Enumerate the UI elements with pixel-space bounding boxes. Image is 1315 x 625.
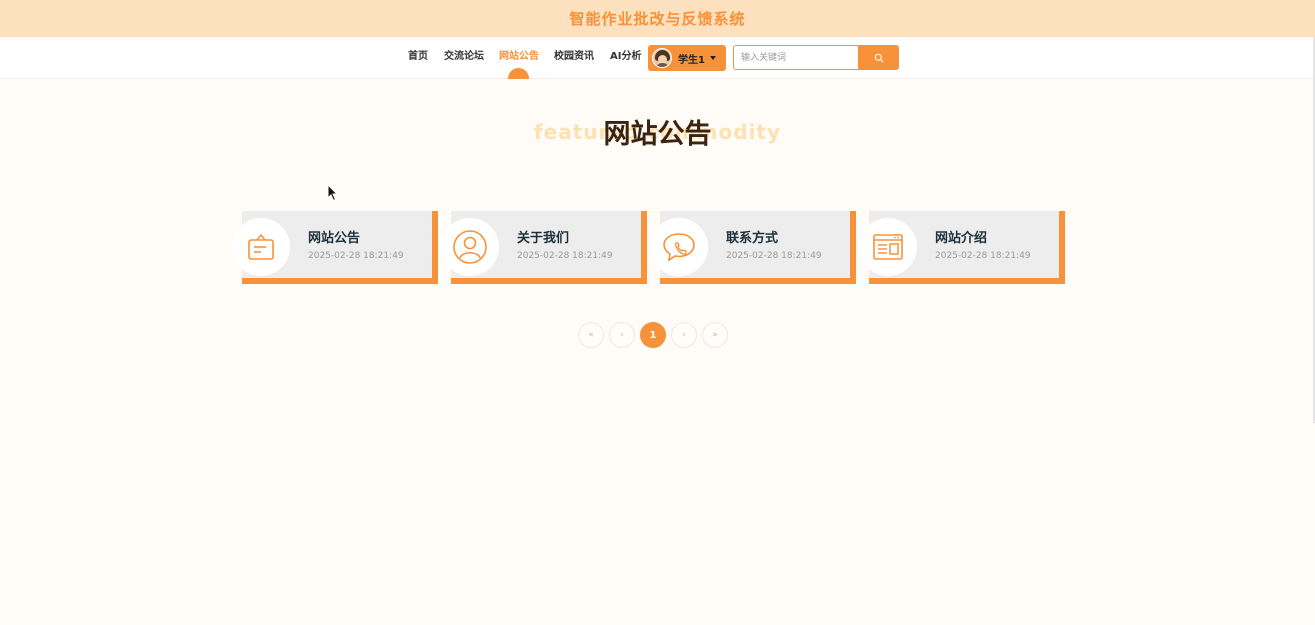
card-date: 2025-02-28 18:21:49 xyxy=(726,251,822,261)
page-first-button[interactable]: « xyxy=(578,322,604,348)
section-title: 网站公告 xyxy=(603,119,712,150)
nav-item-ai-analysis[interactable]: AI分析 xyxy=(610,37,641,79)
search-icon xyxy=(874,53,884,63)
card-icon-circle xyxy=(650,218,708,276)
card-icon-circle xyxy=(441,218,499,276)
page-prev-button[interactable]: ‹ xyxy=(609,322,635,348)
page-next-button[interactable]: › xyxy=(671,322,697,348)
navbar: 首页 交流论坛 网站公告 校园资讯 AI分析 学生1 xyxy=(0,37,1315,79)
user-profile-icon xyxy=(453,230,487,264)
card-date: 2025-02-28 18:21:49 xyxy=(308,251,404,261)
user-name: 学生1 xyxy=(678,54,705,66)
card-date: 2025-02-28 18:21:49 xyxy=(935,251,1031,261)
card-contact[interactable]: 联系方式 2025-02-28 18:21:49 xyxy=(650,211,856,284)
nav-item-campus-news[interactable]: 校园资讯 xyxy=(554,37,594,79)
card-title: 网站介绍 xyxy=(935,231,988,246)
card-title: 联系方式 xyxy=(726,231,779,246)
nav-item-home[interactable]: 首页 xyxy=(408,37,428,79)
mouse-cursor-icon xyxy=(327,184,339,202)
user-menu-button[interactable]: 学生1 xyxy=(648,45,726,71)
page-last-button[interactable]: » xyxy=(702,322,728,348)
top-banner: 智能作业批改与反馈系统 xyxy=(0,0,1315,37)
notice-board-icon xyxy=(248,233,274,260)
chat-phone-icon xyxy=(663,233,695,262)
card-site-intro[interactable]: 网站介绍 2025-02-28 18:21:49 xyxy=(859,211,1065,284)
card-announcements[interactable]: 网站公告 2025-02-28 18:21:49 xyxy=(232,211,438,284)
caret-down-icon xyxy=(709,56,716,60)
site-title: 智能作业批改与反馈系统 xyxy=(569,10,746,28)
card-title: 网站公告 xyxy=(308,231,361,246)
user-avatar xyxy=(652,48,672,68)
card-icon-circle xyxy=(232,218,290,276)
card-date: 2025-02-28 18:21:49 xyxy=(517,251,613,261)
page-current-button[interactable]: 1 xyxy=(640,322,666,348)
card-about-us[interactable]: 关于我们 2025-02-28 18:21:49 xyxy=(441,211,647,284)
search-button[interactable] xyxy=(858,45,899,70)
card-title: 关于我们 xyxy=(517,231,570,246)
browser-window-icon xyxy=(873,234,903,260)
section-heading: featured commodity 网站公告 xyxy=(0,108,1315,158)
card-icon-circle xyxy=(859,218,917,276)
search-input[interactable] xyxy=(733,45,858,70)
nav-item-forum[interactable]: 交流论坛 xyxy=(444,37,484,79)
